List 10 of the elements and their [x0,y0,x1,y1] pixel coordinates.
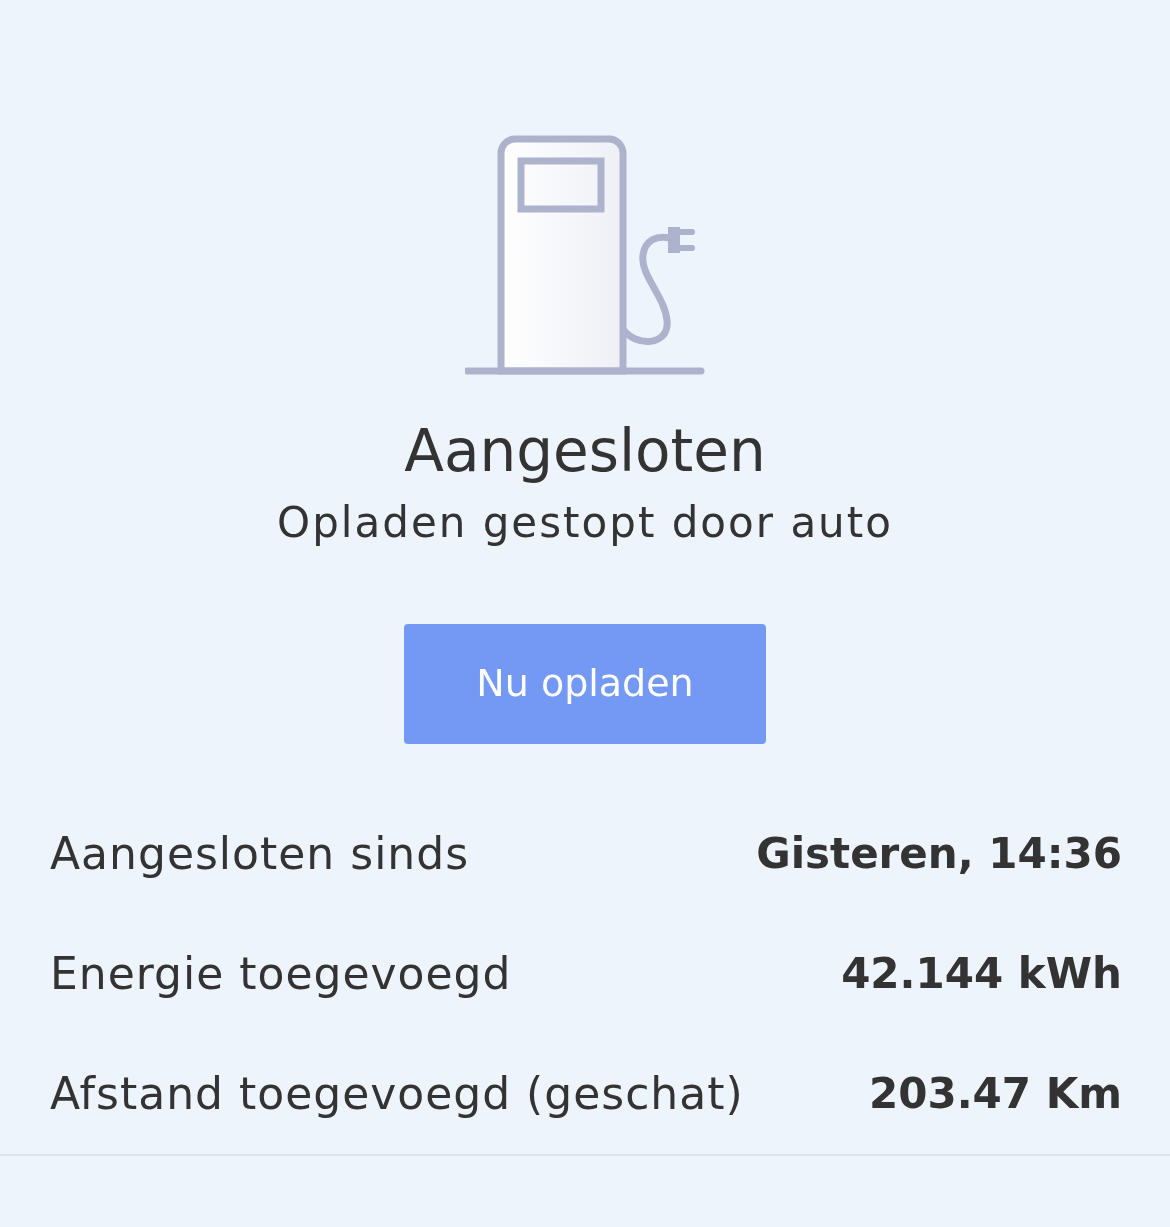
detail-label: Aangesloten sinds [50,826,470,881]
status-subtitle: Opladen gestopt door auto [277,496,893,549]
status-title: Aangesloten [404,417,766,487]
detail-value: 203.47 Km [869,1068,1122,1121]
detail-value: 42.144 kWh [841,948,1122,1001]
detail-value: Gisteren, 14:36 [756,828,1122,881]
detail-label: Energie toegevoegd [50,946,512,1001]
charging-station-icon [465,135,705,377]
charge-now-button[interactable]: Nu opladen [404,623,766,744]
detail-label: Afstand toegevoegd (geschat) [50,1066,744,1121]
